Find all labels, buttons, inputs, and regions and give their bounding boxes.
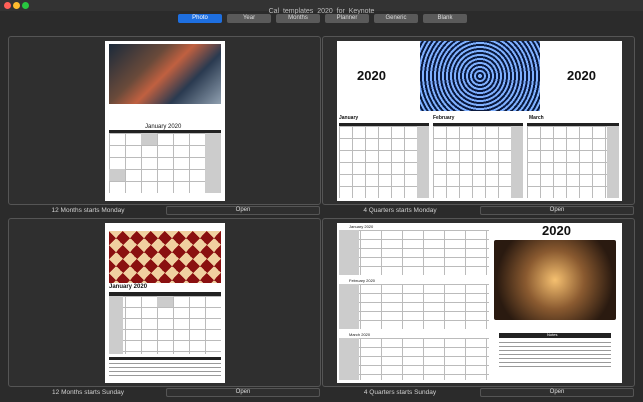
template-preview: January 2020 [105, 41, 225, 201]
close-window-icon[interactable] [4, 2, 11, 9]
template-caption: 12 Months starts Sunday [52, 389, 124, 396]
template-preview: January 2020 February 2020 March 2020 20… [337, 223, 622, 383]
open-button[interactable]: Open [480, 388, 634, 397]
template-card-4-quarters-sunday[interactable]: January 2020 February 2020 March 2020 20… [322, 218, 635, 387]
category-tabs: Photo Year Months Planner Generic Blank [178, 14, 467, 23]
tab-photo[interactable]: Photo [178, 14, 222, 23]
preview-month-label: February 2020 [349, 278, 376, 283]
tab-generic[interactable]: Generic [374, 14, 418, 23]
preview-month-label: March 2020 [349, 332, 371, 337]
template-card-12-months-monday[interactable]: January 2020 [8, 36, 321, 205]
preview-month-march: March [529, 115, 544, 121]
open-button[interactable]: Open [166, 206, 320, 215]
preview-calendar-grid [339, 338, 489, 380]
preview-photo [109, 231, 221, 283]
preview-year-right: 2020 [567, 68, 596, 83]
tab-year[interactable]: Year [227, 14, 271, 23]
open-button[interactable]: Open [166, 388, 320, 397]
preview-month-title: January 2020 [109, 284, 148, 290]
preview-calendar-grid [339, 284, 489, 329]
preview-photo [420, 41, 540, 111]
preview-year-left: 2020 [357, 68, 386, 83]
open-button[interactable]: Open [480, 206, 634, 215]
preview-calendar-grid [433, 126, 523, 198]
template-caption: 4 Quarters starts Sunday [363, 389, 437, 396]
template-card-12-months-sunday[interactable]: January 2020 [8, 218, 321, 387]
template-preview: 2020 2020 January February March [337, 41, 622, 201]
title-bar: Cal_templates_2020_for_Keynote [0, 0, 643, 15]
preview-month-february: February [433, 115, 455, 121]
preview-notes-label: Notes [547, 332, 558, 337]
template-preview: January 2020 [105, 223, 225, 383]
preview-month-january: January [339, 115, 359, 121]
tab-planner[interactable]: Planner [325, 14, 369, 23]
preview-calendar-grid [339, 230, 489, 275]
template-card-4-quarters-monday[interactable]: 2020 2020 January February March [322, 36, 635, 205]
tab-months[interactable]: Months [276, 14, 320, 23]
app-window: Cal_templates_2020_for_Keynote Photo Yea… [0, 0, 643, 402]
minimize-window-icon[interactable] [13, 2, 20, 9]
tab-blank[interactable]: Blank [423, 14, 467, 23]
zoom-window-icon[interactable] [22, 2, 29, 9]
template-caption: 4 Quarters starts Monday [363, 207, 437, 214]
preview-calendar-grid [527, 126, 619, 198]
preview-month-label: January 2020 [349, 224, 374, 229]
preview-calendar-grid [339, 126, 429, 198]
template-caption: 12 Months starts Monday [51, 207, 125, 214]
preview-photo [494, 240, 616, 320]
preview-year: 2020 [542, 223, 571, 238]
preview-photo [109, 44, 221, 104]
